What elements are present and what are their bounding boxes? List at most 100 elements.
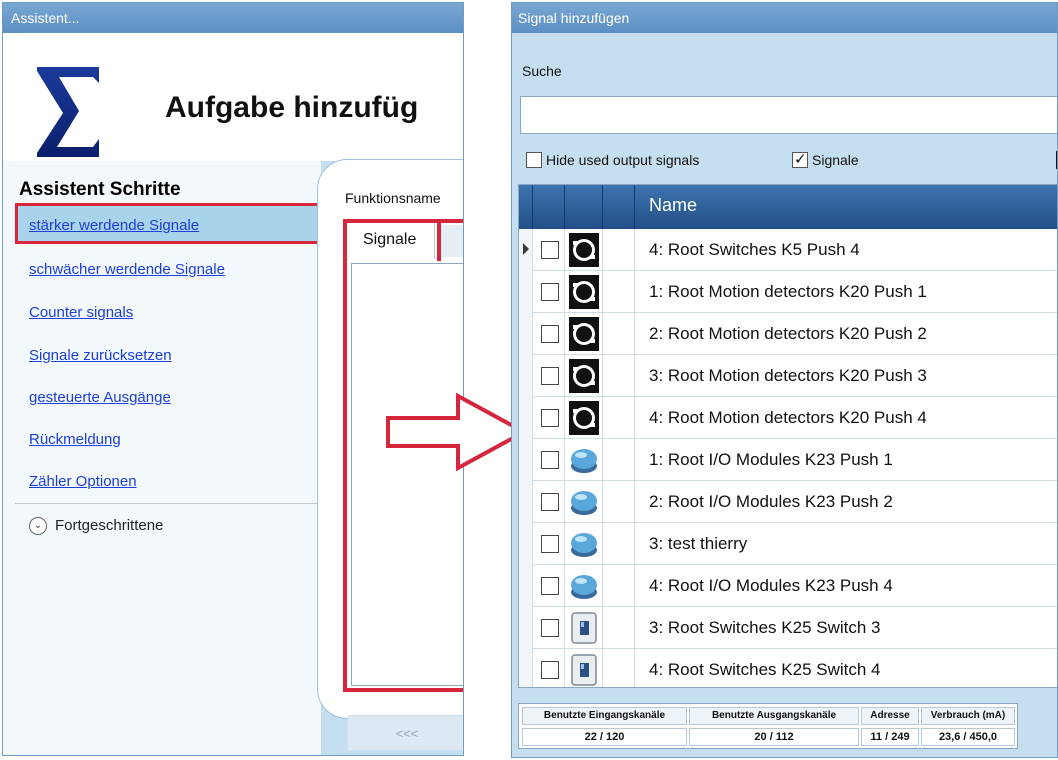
row-extra-cell <box>603 649 635 687</box>
hide-used-checkbox[interactable] <box>526 152 542 169</box>
row-signal-name: 3: test thierry <box>649 534 748 553</box>
row-signal-name: 4: Root Switches K25 Switch 4 <box>649 660 881 679</box>
row-indicator <box>519 271 533 313</box>
row-extra-cell <box>603 523 635 565</box>
row-signal-name: 1: Root I/O Modules K23 Push 1 <box>649 450 893 469</box>
row-select-cell[interactable] <box>533 481 565 523</box>
table-row[interactable]: 4: Root Switches K25 Switch 4 <box>519 649 1057 687</box>
table-row[interactable]: 2: Root Motion detectors K20 Push 2 <box>519 313 1057 355</box>
row-indicator <box>519 229 533 271</box>
back-button[interactable]: <<< <box>347 715 463 751</box>
row-select-cell[interactable] <box>533 397 565 439</box>
header-col-select[interactable] <box>533 185 565 229</box>
step-rueckmeldung[interactable]: Rückmeldung <box>29 431 121 448</box>
row-indicator <box>519 649 533 687</box>
row-signal-name: 4: Root I/O Modules K23 Push 4 <box>649 576 893 595</box>
add-signal-window: Signal hinzufügen Suche Hide used output… <box>511 2 1058 758</box>
row-indicator <box>519 523 533 565</box>
table-row[interactable]: 3: Root Switches K25 Switch 3 <box>519 607 1057 649</box>
row-checkbox[interactable] <box>541 535 559 553</box>
row-select-cell[interactable] <box>533 439 565 481</box>
status-header-input-channels: Benutzte Eingangskanäle <box>522 707 687 725</box>
step-staerker-werdende-signale[interactable]: stärker werdende Signale <box>29 217 199 234</box>
step-gesteuerte-ausgaenge[interactable]: gesteuerte Ausgänge <box>29 389 171 406</box>
advanced-toggle[interactable]: Fortgeschrittene <box>55 517 163 534</box>
row-signal-name: 3: Root Motion detectors K20 Push 3 <box>649 366 927 385</box>
divider <box>15 503 321 504</box>
status-bar: Benutzte Eingangskanäle Benutzte Ausgang… <box>518 703 1018 749</box>
row-select-cell[interactable] <box>533 565 565 607</box>
row-indicator <box>519 397 533 439</box>
row-select-cell[interactable] <box>533 271 565 313</box>
row-select-cell[interactable] <box>533 355 565 397</box>
table-row[interactable]: 2: Root I/O Modules K23 Push 2 <box>519 481 1057 523</box>
push-button-black-icon <box>565 355 603 397</box>
status-value-address: 11 / 249 <box>861 728 919 746</box>
row-checkbox[interactable] <box>541 577 559 595</box>
status-value-input-channels: 22 / 120 <box>522 728 687 746</box>
row-indicator <box>519 565 533 607</box>
row-signal-name: 1: Root Motion detectors K20 Push 1 <box>649 282 927 301</box>
row-checkbox[interactable] <box>541 619 559 637</box>
step-schwaecher-werdende-signale[interactable]: schwächer werdende Signale <box>29 261 225 278</box>
header-col-name[interactable]: Name <box>649 195 697 216</box>
table-row[interactable]: 4: Root I/O Modules K23 Push 4 <box>519 565 1057 607</box>
row-indicator <box>519 355 533 397</box>
assistant-titlebar: Assistent... <box>3 3 463 33</box>
row-checkbox[interactable] <box>541 409 559 427</box>
row-select-cell[interactable] <box>533 313 565 355</box>
signale-label: Signale <box>812 152 859 169</box>
row-indicator <box>519 439 533 481</box>
push-button-blue-icon <box>565 523 603 565</box>
arrow-right-icon <box>386 392 529 472</box>
row-checkbox[interactable] <box>541 493 559 511</box>
step-zaehler-optionen[interactable]: Zähler Optionen <box>29 473 137 490</box>
row-select-cell[interactable] <box>533 229 565 271</box>
row-checkbox[interactable] <box>541 367 559 385</box>
signale-filter[interactable]: Signale <box>792 150 859 169</box>
row-select-cell[interactable] <box>533 607 565 649</box>
push-button-blue-icon <box>565 565 603 607</box>
row-signal-name: 4: Root Motion detectors K20 Push 4 <box>649 408 927 427</box>
step-counter-signals[interactable]: Counter signals <box>29 304 133 321</box>
table-row[interactable]: 3: Root Motion detectors K20 Push 3 <box>519 355 1057 397</box>
step-signale-zuruecksetzen[interactable]: Signale zurücksetzen <box>29 347 172 364</box>
add-signal-titlebar: Signal hinzufügen <box>512 3 1057 33</box>
chevron-down-icon[interactable]: ⌄ <box>29 517 47 535</box>
search-input[interactable] <box>520 96 1057 134</box>
row-checkbox[interactable] <box>541 661 559 679</box>
row-extra-cell <box>603 355 635 397</box>
row-select-cell[interactable] <box>533 523 565 565</box>
row-extra-cell <box>603 439 635 481</box>
table-row[interactable]: 3: test thierry <box>519 523 1057 565</box>
table-row[interactable]: 4: Root Switches K5 Push 4 <box>519 229 1057 271</box>
table-row[interactable]: 4: Root Motion detectors K20 Push 4 <box>519 397 1057 439</box>
page-heading: Aufgabe hinzufüg <box>165 91 419 124</box>
status-header-output-channels: Benutzte Ausgangskanäle <box>689 707 859 725</box>
row-indicator <box>519 481 533 523</box>
row-extra-cell <box>603 229 635 271</box>
row-extra-cell <box>603 397 635 439</box>
row-extra-cell <box>603 607 635 649</box>
table-row[interactable]: 1: Root Motion detectors K20 Push 1 <box>519 271 1057 313</box>
row-signal-name: 2: Root I/O Modules K23 Push 2 <box>649 492 893 511</box>
row-checkbox[interactable] <box>541 325 559 343</box>
status-value-consumption: 23,6 / 450,0 <box>921 728 1015 746</box>
header-col-extra[interactable] <box>603 185 635 229</box>
row-checkbox[interactable] <box>541 451 559 469</box>
row-indicator <box>519 607 533 649</box>
function-name-label: Funktionsname <box>345 190 441 206</box>
row-checkbox[interactable] <box>541 283 559 301</box>
hide-used-filter[interactable]: Hide used output signals <box>526 151 699 169</box>
table-row[interactable]: 1: Root I/O Modules K23 Push 1 <box>519 439 1057 481</box>
row-select-cell[interactable] <box>533 649 565 687</box>
row-extra-cell <box>603 481 635 523</box>
grid-header: Name <box>519 185 1057 229</box>
header-col-icon[interactable] <box>565 185 603 229</box>
search-label: Suche <box>522 63 562 79</box>
push-button-black-icon <box>565 313 603 355</box>
assistant-header: Aufgabe hinzufüg <box>3 33 463 161</box>
signale-checkbox[interactable] <box>792 150 808 169</box>
row-checkbox[interactable] <box>541 241 559 259</box>
push-button-blue-icon <box>565 439 603 481</box>
